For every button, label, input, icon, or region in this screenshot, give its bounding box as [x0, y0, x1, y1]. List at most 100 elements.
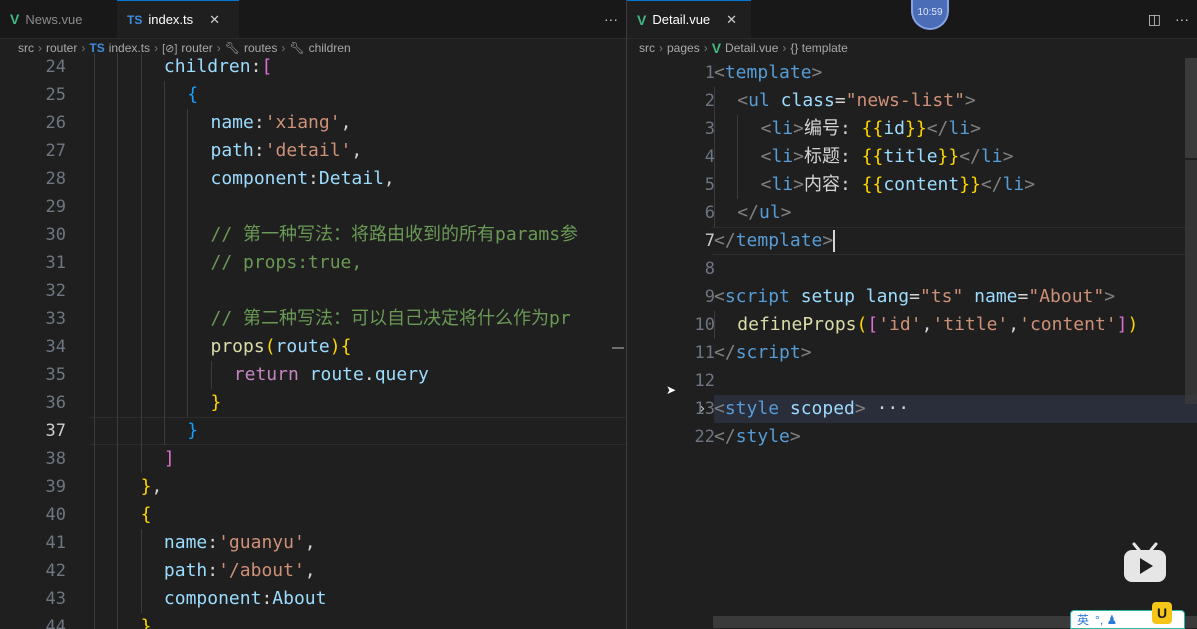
scrollbar-track-region[interactable]	[1185, 160, 1197, 404]
code-line[interactable]: 36}	[0, 389, 626, 417]
code-line[interactable]: 8	[627, 255, 1197, 283]
line-number: 7	[704, 231, 715, 251]
code-line[interactable]: 3 <li>编号: {{id}}</li>	[627, 115, 1197, 143]
code-line[interactable]: 4 <li>标题: {{title}}</li>	[627, 143, 1197, 171]
code-line[interactable]: 42 path:'/about',	[0, 557, 626, 585]
indent-guide	[714, 115, 715, 143]
code-line[interactable]: 39},	[0, 473, 626, 501]
close-icon[interactable]: ✕	[726, 12, 737, 28]
code-token: {{	[861, 118, 884, 139]
code-editor-right[interactable]: 1 <template> 2 <ul class="news-list"> 3 <li>编…	[627, 58, 1197, 629]
code-token: :	[250, 56, 262, 77]
code-token: ···	[865, 398, 910, 419]
code-line[interactable]: 38]	[0, 445, 626, 473]
code-line[interactable]: 30 // 第一种写法：将路由收到的所有params参	[0, 221, 626, 249]
code-line[interactable]: 12	[627, 367, 1197, 395]
code-line[interactable]: 28 component:Detail,	[0, 165, 626, 193]
code-token: route	[309, 364, 364, 385]
code-line[interactable]: 37}	[0, 417, 626, 445]
current-line-highlight	[90, 417, 626, 445]
breadcrumb-item[interactable]: {} template	[790, 41, 847, 55]
code-token: 'id'	[878, 314, 922, 335]
indent-guide	[140, 221, 142, 249]
code-line[interactable]: 44}	[0, 613, 626, 629]
code-line[interactable]: 13 › <style scoped> ···	[627, 395, 1197, 423]
more-actions-icon[interactable]: ···	[1175, 11, 1189, 27]
vertical-scrollbar[interactable]	[1185, 58, 1197, 158]
split-editor-icon[interactable]: ◫	[1148, 11, 1161, 28]
code-line[interactable]: 40 {	[0, 501, 626, 529]
code-line[interactable]: 5 <li>内容: {{content}}</li>	[627, 171, 1197, 199]
code-line[interactable]: 31 // props:true,	[0, 249, 626, 277]
breadcrumb-item[interactable]: Detail.vue	[725, 41, 778, 55]
code-line[interactable]: 27 path:'detail',	[0, 137, 626, 165]
code-line[interactable]: 24 children:[	[0, 53, 626, 81]
close-icon[interactable]: ✕	[209, 12, 220, 28]
tab-detail-vue[interactable]: V Detail.vue ✕	[627, 0, 751, 38]
code-line[interactable]: 2 <ul class="news-list">	[627, 87, 1197, 115]
code-token: {{	[861, 174, 884, 195]
line-number: 28	[45, 169, 66, 189]
code-line[interactable]: 26 name:'xiang',	[0, 109, 626, 137]
indent-guide	[117, 305, 119, 333]
code-text: name:'guanyu',	[164, 529, 316, 557]
code-line[interactable]: 7 </template>	[627, 227, 1197, 255]
fold-chevron-icon[interactable]: ›	[698, 395, 706, 423]
code-line[interactable]: 22 </style>	[627, 423, 1197, 451]
code-text: </script>	[714, 339, 812, 367]
indent-guide	[117, 361, 119, 389]
code-line[interactable]: 11 </script>	[627, 339, 1197, 367]
ime-badge-icon: U	[1152, 602, 1172, 624]
indent-guide	[117, 585, 119, 613]
tab-index-ts[interactable]: TS index.ts ✕	[117, 0, 239, 38]
code-token: {	[187, 84, 199, 105]
indent-guide	[187, 109, 189, 137]
code-token: </	[737, 202, 759, 223]
line-number: 36	[45, 393, 66, 413]
code-text: }	[141, 613, 152, 629]
indent-guide	[94, 249, 95, 277]
code-text: <template>	[714, 59, 822, 87]
indent-guide	[140, 445, 142, 473]
breadcrumb-item[interactable]: src	[639, 41, 655, 55]
code-token: :	[207, 532, 219, 553]
code-line[interactable]: 10 defineProps(['id','title','content'])	[627, 311, 1197, 339]
code-token: ,	[304, 532, 316, 553]
line-number: 29	[45, 197, 66, 217]
code-line[interactable]: 1 <template>	[627, 59, 1197, 87]
code-token: <	[760, 174, 772, 195]
indent-guide	[163, 361, 165, 389]
code-line[interactable]: 41 name:'guanyu',	[0, 529, 626, 557]
line-number: 40	[45, 505, 66, 525]
chevron-right-icon: ›	[782, 41, 787, 55]
indent-guide	[94, 557, 95, 585]
code-line[interactable]: 32	[0, 277, 626, 305]
code-line[interactable]: 25 {	[0, 81, 626, 109]
indent-guide	[714, 311, 715, 339]
code-token: >	[964, 90, 976, 111]
line-number: 32	[45, 281, 66, 301]
code-line[interactable]: 9 <script setup lang="ts" name="About">	[627, 283, 1197, 311]
code-text: // 第二种写法：可以自己决定将什么作为pr	[211, 305, 571, 333]
code-text: {	[141, 501, 152, 529]
code-line[interactable]: 29	[0, 193, 626, 221]
indent-guide	[187, 361, 189, 389]
indent-guide	[94, 277, 95, 305]
code-line[interactable]: 33 // 第二种写法：可以自己决定将什么作为pr	[0, 305, 626, 333]
code-line[interactable]: 43 component:About	[0, 585, 626, 613]
code-editor-left[interactable]: 24 children:[25{26 name:'xiang', 27 path:'de…	[0, 53, 626, 629]
code-line[interactable]: 6 </ul>	[627, 199, 1197, 227]
code-line[interactable]: 35 return route.query	[0, 361, 626, 389]
vue-file-icon: V	[711, 40, 722, 56]
code-token: >	[1024, 174, 1036, 195]
code-token: style	[735, 426, 790, 447]
vue-file-icon: V	[637, 11, 647, 28]
indent-guide	[117, 333, 119, 361]
breadcrumb-item[interactable]: pages	[667, 41, 700, 55]
more-actions-icon[interactable]: ···	[604, 11, 618, 27]
code-line[interactable]: 34 props(route){	[0, 333, 626, 361]
line-number: 42	[45, 561, 66, 581]
code-token: </	[926, 118, 949, 139]
indent-guide	[117, 165, 119, 193]
tab-news-vue[interactable]: V News.vue	[0, 0, 116, 38]
